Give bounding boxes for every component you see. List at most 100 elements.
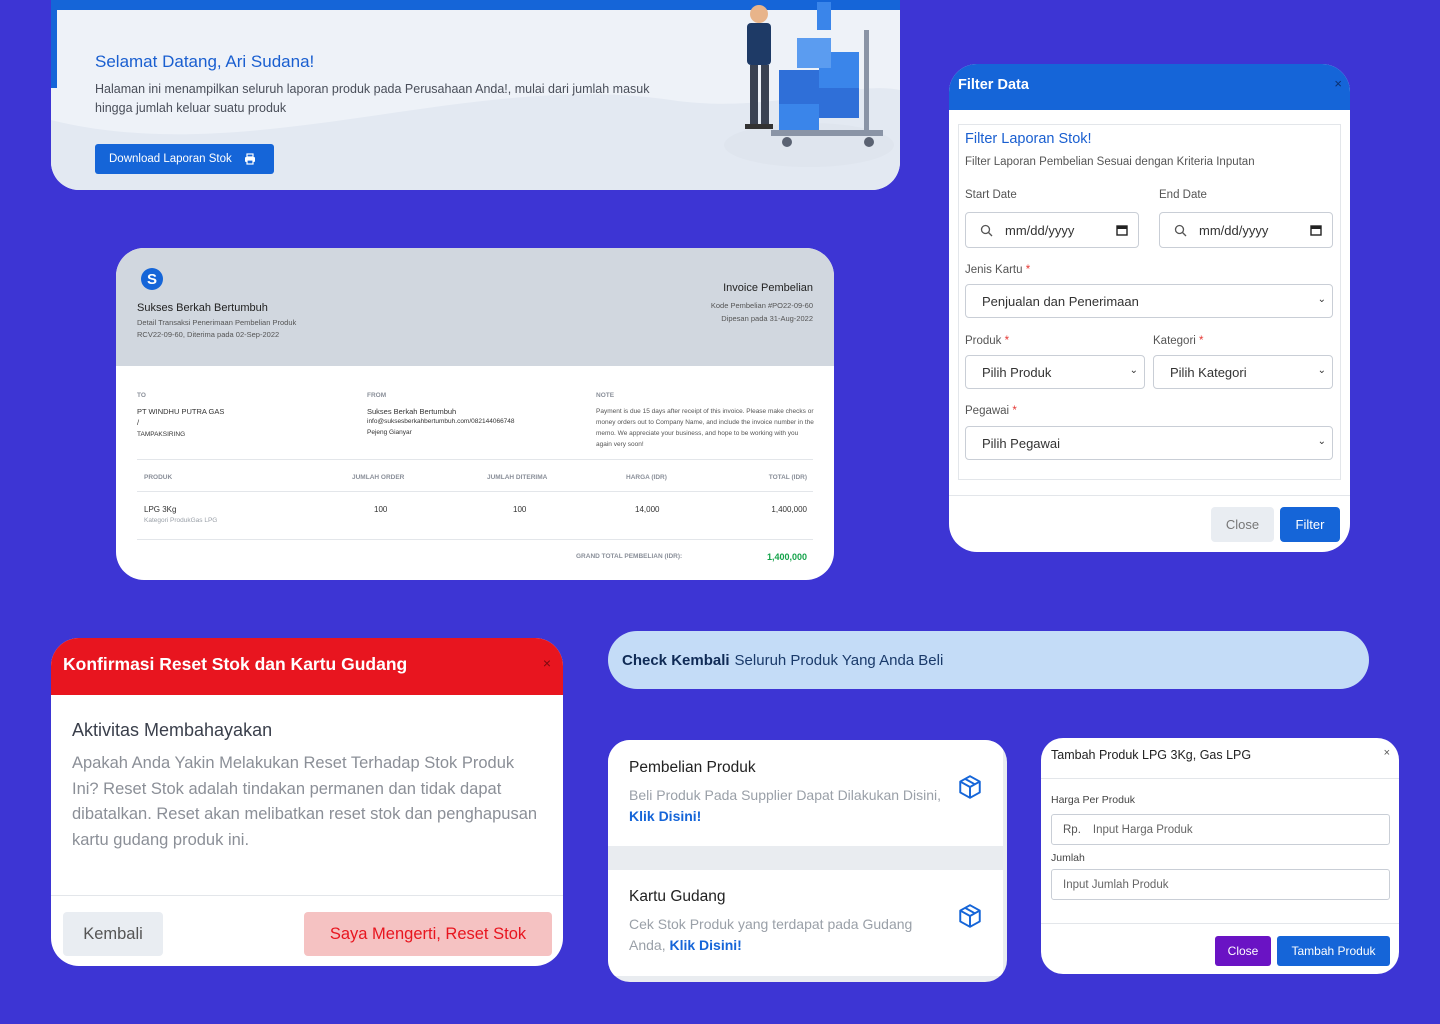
action-card-kartu-gudang[interactable]: Kartu Gudang Cek Stok Produk yang terdap… [608, 870, 1003, 976]
invoice-to-name: PT WINDHU PUTRA GAS [137, 407, 225, 416]
invoice-divider [137, 491, 813, 492]
welcome-card: Selamat Datang, Ari Sudana! Halaman ini … [51, 0, 900, 190]
box-icon [959, 904, 981, 928]
price-label: Harga Per Produk [1051, 794, 1136, 806]
end-date-placeholder: mm/dd/yyyy [1199, 222, 1269, 238]
click-here-link[interactable]: Klik Disini! [629, 808, 701, 824]
row-product: LPG 3Kg [144, 505, 177, 514]
modal-divider [1041, 923, 1399, 924]
action-card-title: Kartu Gudang [629, 888, 726, 905]
search-icon [980, 224, 993, 236]
row-total: 1,400,000 [771, 505, 807, 514]
row-order: 100 [374, 505, 388, 514]
col-produk: PRODUK [144, 474, 173, 481]
chevron-down-icon: ⌄ [1317, 294, 1326, 305]
invoice-note: Payment is due 15 days after receipt of … [596, 408, 814, 448]
invoice-card: S Sukses Berkah Bertumbuh Detail Transak… [116, 248, 834, 580]
pegawai-value: Pilih Pegawai [982, 435, 1061, 451]
reset-footer-divider [51, 895, 563, 896]
produk-select[interactable]: Pilih Produk ⌄ [965, 355, 1145, 389]
calendar-icon[interactable] [1116, 224, 1128, 236]
close-icon[interactable]: × [1384, 747, 1390, 759]
check-banner-text: Seluruh Produk Yang Anda Beli [734, 651, 944, 669]
back-button[interactable]: Kembali [63, 912, 163, 956]
filter-submit-button[interactable]: Filter [1280, 507, 1340, 542]
produk-label: Produk * [965, 335, 1010, 347]
action-card-title: Pembelian Produk [629, 759, 756, 776]
jenis-kartu-select[interactable]: Penjualan dan Penerimaan ⌄ [965, 284, 1333, 318]
invoice-rcv-line: RCV22-09-60, Diterima pada 02-Sep-2022 [137, 330, 280, 339]
start-date-input[interactable]: mm/dd/yyyy [965, 212, 1139, 248]
close-button[interactable]: Close [1215, 936, 1271, 966]
company-logo: S [141, 268, 163, 290]
row-price: 14,000 [635, 505, 660, 514]
invoice-to-label: TO [137, 392, 146, 399]
end-date-input[interactable]: mm/dd/yyyy [1159, 212, 1333, 248]
price-prefix: Rp. [1063, 823, 1081, 836]
chevron-down-icon: ⌄ [1317, 365, 1326, 376]
search-icon [1174, 224, 1187, 236]
invoice-title: Invoice Pembelian [723, 282, 813, 294]
produk-value: Pilih Produk [982, 364, 1052, 380]
invoice-divider [137, 459, 813, 460]
filter-form-subtitle: Filter Laporan Pembelian Sesuai dengan K… [965, 156, 1255, 168]
reset-warning-title: Aktivitas Membahayakan [72, 720, 273, 740]
invoice-from-label: FROM [367, 392, 387, 399]
start-date-label: Start Date [965, 189, 1017, 201]
jenis-kartu-value: Penjualan dan Penerimaan [982, 293, 1139, 309]
price-input[interactable]: Rp. Input Harga Produk [1051, 814, 1390, 845]
start-date-placeholder: mm/dd/yyyy [1005, 222, 1075, 238]
row-category: Kategori ProdukGas LPG [144, 517, 218, 524]
col-total: TOTAL (IDR) [768, 474, 807, 481]
download-report-label: Download Laporan Stok [109, 153, 232, 165]
filter-modal-header: Filter Data × [949, 64, 1350, 110]
welcome-description: Halaman ini menampilkan seluruh laporan … [95, 82, 650, 115]
close-icon[interactable]: × [1334, 76, 1342, 91]
grand-total-label: GRAND TOTAL PEMBELIAN (IDR): [576, 553, 683, 560]
reset-confirm-modal: Konfirmasi Reset Stok dan Kartu Gudang ×… [51, 638, 563, 966]
chevron-down-icon: ⌄ [1317, 436, 1326, 447]
chevron-down-icon: ⌄ [1129, 365, 1138, 376]
kategori-label: Kategori * [1153, 335, 1204, 347]
kategori-value: Pilih Kategori [1170, 364, 1247, 380]
action-card-desc: Beli Produk Pada Supplier Dapat Dilakuka… [629, 787, 942, 824]
invoice-to-sep: / [137, 418, 140, 427]
qty-input[interactable]: Input Jumlah Produk [1051, 869, 1390, 900]
add-product-button[interactable]: Tambah Produk [1277, 936, 1390, 966]
action-card-desc: Cek Stok Produk yang terdapat pada Gudan… [629, 916, 913, 953]
invoice-detail-line: Detail Transaksi Penerimaan Pembelian Pr… [137, 318, 297, 327]
kategori-select[interactable]: Pilih Kategori ⌄ [1153, 355, 1333, 389]
modal-divider [1041, 778, 1399, 779]
add-product-modal: Tambah Produk LPG 3Kg, Gas LPG × Harga P… [1041, 738, 1399, 974]
click-here-link[interactable]: Klik Disini! [669, 937, 741, 953]
action-card-pembelian[interactable]: Pembelian Produk Beli Produk Pada Suppli… [608, 740, 1003, 846]
check-banner-bold: Check Kembali [622, 651, 730, 669]
invoice-from-contact: info@suksesberkahbertumbuh.com/082144066… [367, 418, 515, 425]
add-product-title: Tambah Produk LPG 3Kg, Gas LPG [1051, 748, 1252, 762]
row-received: 100 [513, 505, 527, 514]
printer-icon [244, 153, 255, 165]
calendar-icon[interactable] [1310, 224, 1322, 236]
check-banner: Check Kembali Seluruh Produk Yang Anda B… [608, 631, 1369, 689]
filter-modal: Filter Data × Filter Laporan Stok! Filte… [949, 64, 1350, 552]
pegawai-select[interactable]: Pilih Pegawai ⌄ [965, 426, 1333, 460]
col-jumlah-diterima: JUMLAH DITERIMA [487, 474, 548, 481]
invoice-from-city: Pejeng Gianyar [367, 429, 412, 436]
invoice-to-city: TAMPAKSIRING [137, 431, 186, 438]
grand-total-value: 1,400,000 [766, 552, 807, 562]
filter-form-title: Filter Laporan Stok! [965, 131, 1092, 147]
filter-modal-title: Filter Data [958, 77, 1029, 93]
reset-modal-title: Konfirmasi Reset Stok dan Kartu Gudang [63, 654, 408, 674]
filter-close-button[interactable]: Close [1211, 507, 1274, 542]
filter-footer-divider [949, 495, 1350, 496]
close-icon[interactable]: × [543, 655, 551, 671]
reset-modal-header: Konfirmasi Reset Stok dan Kartu Gudang × [51, 638, 563, 695]
invoice-code: Kode Pembelian #PO22-09-60 [710, 301, 813, 310]
col-jumlah-order: JUMLAH ORDER [352, 474, 405, 481]
confirm-reset-button[interactable]: Saya Mengerti, Reset Stok [304, 912, 552, 956]
end-date-label: End Date [1159, 189, 1207, 201]
download-report-button[interactable]: Download Laporan Stok [95, 144, 274, 174]
warehouse-illustration [724, 2, 894, 167]
invoice-company: Sukses Berkah Bertumbuh [137, 302, 268, 314]
qty-placeholder: Input Jumlah Produk [1063, 878, 1169, 891]
